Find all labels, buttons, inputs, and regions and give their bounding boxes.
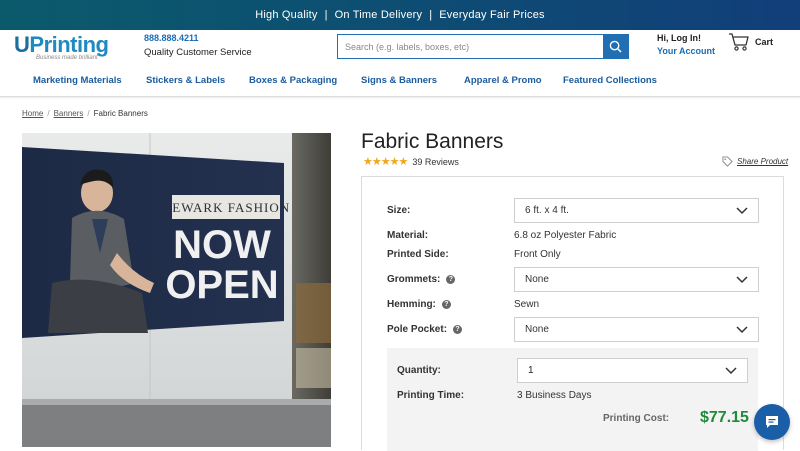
help-icon[interactable]: ? — [441, 300, 451, 309]
product-image[interactable]: NEWARK FASHION NOW OPEN — [22, 133, 331, 447]
grommets-row: Grommets: ? — [387, 274, 456, 285]
pole-pocket-select[interactable]: None — [514, 317, 759, 342]
page-title: Fabric Banners — [361, 130, 504, 153]
printing-time-value: 3 Business Days — [517, 390, 592, 401]
logo-tagline: Business made brilliant — [36, 55, 98, 61]
breadcrumb-separator: / — [47, 109, 50, 118]
breadcrumb: Home / Banners / Fabric Banners — [22, 109, 148, 118]
product-photo: NEWARK FASHION NOW OPEN — [22, 133, 331, 447]
printing-cost-label: Printing Cost: — [603, 413, 670, 424]
hemming-row: Hemming: ? — [387, 299, 451, 310]
main-nav: Marketing Materials Stickers & Labels Bo… — [0, 64, 800, 97]
banner-small-text: NEWARK FASHION — [162, 200, 290, 215]
size-value: 6 ft. x 4 ft. — [525, 205, 569, 216]
size-select[interactable]: 6 ft. x 4 ft. — [514, 198, 759, 223]
star-rating-icon: ★★★★★ — [363, 156, 408, 168]
material-label: Material: — [387, 230, 429, 241]
quantity-select[interactable]: 1 — [517, 358, 748, 383]
pole-pocket-label-text: Pole Pocket: — [387, 324, 448, 335]
nav-item-boxes[interactable]: Boxes & Packaging — [249, 75, 337, 86]
nav-item-marketing[interactable]: Marketing Materials — [33, 75, 122, 86]
promo-item-prices: Everyday Fair Prices — [439, 9, 545, 21]
printing-time-label: Printing Time: — [397, 390, 465, 401]
phone-number[interactable]: 888.888.4211 — [144, 33, 199, 43]
service-text: Quality Customer Service — [144, 47, 252, 58]
chat-icon — [766, 416, 778, 428]
nav-item-signs[interactable]: Signs & Banners — [361, 75, 437, 86]
promo-item-delivery: On Time Delivery — [334, 9, 423, 21]
chat-button[interactable] — [754, 404, 790, 440]
nav-item-featured[interactable]: Featured Collections — [563, 75, 657, 86]
promo-item-quality: High Quality — [255, 9, 318, 21]
quantity-value: 1 — [528, 365, 534, 376]
printed-side-row: Printed Side: — [387, 249, 449, 260]
grommets-value: None — [525, 274, 549, 285]
size-row: Size: — [387, 205, 410, 216]
grommets-select[interactable]: None — [514, 267, 759, 292]
chevron-down-icon — [725, 366, 737, 374]
grommets-label: Grommets: ? — [387, 274, 456, 285]
hemming-label-text: Hemming: — [387, 299, 436, 310]
search-input[interactable] — [338, 35, 603, 58]
nav-item-apparel[interactable]: Apparel & Promo — [464, 75, 542, 86]
cart-icon — [729, 33, 749, 51]
quantity-label: Quantity: — [397, 365, 441, 376]
pole-pocket-row: Pole Pocket: ? — [387, 324, 463, 335]
rating[interactable]: ★★★★★ 39 Reviews — [363, 155, 459, 168]
account-link[interactable]: Your Account — [657, 45, 715, 58]
search-bar — [337, 34, 629, 59]
quantity-panel: Quantity: 1 Printing Time: 3 Business Da… — [387, 348, 758, 451]
search-button[interactable] — [603, 35, 628, 58]
help-icon[interactable]: ? — [446, 275, 456, 284]
printing-cost-value: $77.15 — [700, 409, 749, 426]
promo-separator: | — [324, 9, 328, 21]
logo[interactable]: UPrinting Business made brilliant — [14, 34, 124, 62]
chevron-down-icon — [736, 325, 748, 333]
material-row: Material: — [387, 230, 428, 241]
banner-line1: NOW — [173, 223, 271, 267]
product-configurator: Size: 6 ft. x 4 ft. Material: 6.8 oz Pol… — [361, 176, 784, 451]
chevron-down-icon — [736, 275, 748, 283]
breadcrumb-home[interactable]: Home — [22, 109, 43, 118]
share-product-link[interactable]: Share Product — [722, 156, 788, 167]
nav-item-stickers[interactable]: Stickers & Labels — [146, 75, 225, 86]
review-count[interactable]: 39 Reviews — [412, 157, 459, 167]
site-header: UPrinting Business made brilliant 888.88… — [0, 30, 800, 64]
search-icon — [609, 40, 622, 53]
promo-separator: | — [429, 9, 433, 21]
size-label: Size: — [387, 205, 411, 216]
pole-pocket-value: None — [525, 324, 549, 335]
cart-label: Cart — [755, 37, 774, 47]
banner-line2: OPEN — [165, 263, 278, 307]
grommets-label-text: Grommets: — [387, 274, 441, 285]
tag-icon — [722, 156, 733, 167]
cart-button[interactable]: Cart — [728, 32, 773, 52]
printed-side-label: Printed Side: — [387, 249, 449, 260]
breadcrumb-separator: / — [87, 109, 90, 118]
hemming-value: Sewn — [514, 299, 540, 310]
account-links: Hi, Log In! Your Account — [657, 32, 715, 58]
login-link[interactable]: Hi, Log In! — [657, 32, 715, 45]
share-product-label: Share Product — [737, 157, 789, 166]
chevron-down-icon — [736, 206, 748, 214]
material-value: 6.8 oz Polyester Fabric — [514, 230, 617, 241]
pole-pocket-label: Pole Pocket: ? — [387, 324, 463, 335]
promo-bar: High Quality | On Time Delivery | Everyd… — [0, 0, 800, 30]
breadcrumb-current: Fabric Banners — [93, 109, 148, 118]
hemming-label: Hemming: ? — [387, 299, 451, 310]
breadcrumb-banners[interactable]: Banners — [54, 109, 84, 118]
printed-side-value: Front Only — [514, 249, 561, 260]
help-icon[interactable]: ? — [453, 325, 463, 334]
logo-text: UPrinting — [14, 32, 109, 57]
